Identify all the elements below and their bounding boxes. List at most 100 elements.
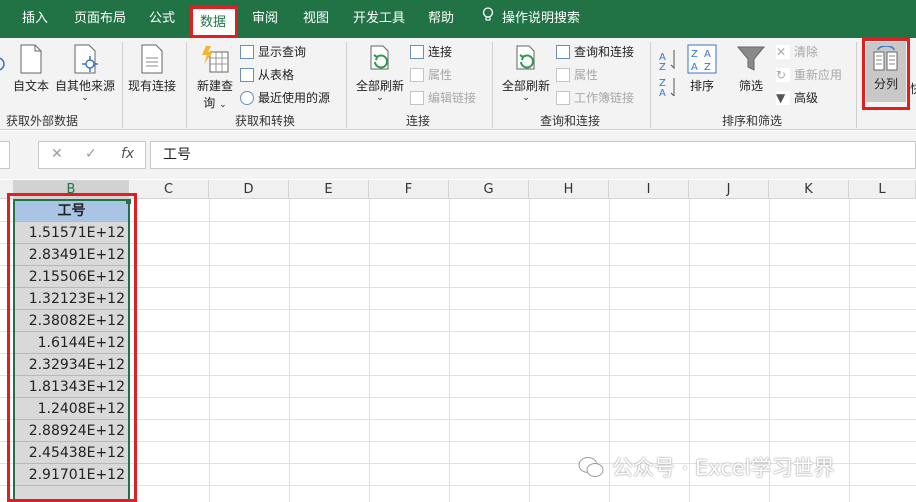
cell-b-value[interactable]: 2.91701E+12: [14, 464, 129, 486]
cell-b-value[interactable]: 2.38082E+12: [14, 310, 129, 332]
formula-input[interactable]: 工号: [150, 141, 916, 169]
edit-links-button[interactable]: 编辑链接: [410, 89, 476, 106]
cell-b-value[interactable]: 1.32123E+12: [14, 288, 129, 310]
clear-filter-icon: ✕: [776, 44, 790, 59]
tab-data[interactable]: 数据: [191, 7, 235, 38]
column-header-g[interactable]: G: [449, 180, 529, 199]
reapply-icon: ↻: [776, 67, 790, 82]
column-header-e[interactable]: E: [289, 180, 369, 199]
sort-button[interactable]: ZAAZ 排序: [686, 44, 718, 94]
ribbon: 自文本 自其他来源 ⌄ 现有连接 获取外部数据 新建查 询 ⌄ 显示查询 从表格…: [0, 38, 916, 130]
recent-sources-button[interactable]: 最近使用的源: [240, 89, 330, 106]
tab-developer[interactable]: 开发工具: [353, 0, 405, 38]
advanced-button[interactable]: ▼ 高级: [776, 89, 818, 106]
column-header-c[interactable]: C: [129, 180, 209, 199]
tab-formulas[interactable]: 公式: [149, 0, 175, 38]
svg-text:Z: Z: [659, 62, 666, 73]
cell-b-value[interactable]: 2.83491E+12: [14, 244, 129, 266]
sort-az-button[interactable]: AZZA: [658, 48, 680, 99]
cell-b-value[interactable]: 1.2408E+12: [14, 398, 129, 420]
workbook-links-label: 工作簿链接: [574, 91, 635, 105]
cell-b-value[interactable]: 1.6144E+12: [14, 332, 129, 354]
existing-connections-label: 现有连接: [127, 79, 176, 93]
column-header-j[interactable]: J: [689, 180, 769, 199]
text-to-columns-label: 分列: [873, 77, 898, 91]
fill-handle[interactable]: [126, 199, 131, 204]
tell-me-search[interactable]: 操作说明搜索: [482, 0, 580, 38]
advanced-filter-icon: ▼: [776, 90, 790, 105]
cancel-icon[interactable]: ✕: [51, 146, 63, 162]
edit-links-icon: [410, 90, 424, 105]
show-queries-label: 显示查询: [258, 45, 307, 59]
clear-button[interactable]: ✕ 清除: [776, 43, 818, 60]
properties-label: 属性: [428, 68, 453, 82]
formula-controls: ✕ ✓ fx: [38, 141, 146, 169]
tab-page-layout[interactable]: 页面布局: [74, 0, 126, 38]
connections-label: 连接: [428, 45, 453, 59]
refresh-all-button[interactable]: 全部刷新 ⌄: [354, 44, 406, 103]
query-properties-button[interactable]: 属性: [556, 66, 598, 83]
insert-function-icon[interactable]: fx: [121, 146, 134, 162]
tab-review[interactable]: 审阅: [252, 0, 278, 38]
group-label-transform: 获取和转换: [235, 114, 296, 128]
group-label-external: 获取外部数据: [6, 114, 79, 128]
queries-connections-icon: [556, 44, 570, 59]
column-header-d[interactable]: D: [209, 180, 289, 199]
column-header-b[interactable]: B: [14, 180, 129, 199]
column-header-i[interactable]: I: [609, 180, 689, 199]
from-other-sources-button[interactable]: 自其他来源 ⌄: [54, 44, 116, 103]
cut-off-button-fragment: 快: [910, 80, 916, 97]
cell-b-value[interactable]: 2.45438E+12: [14, 442, 129, 464]
svg-text:A: A: [691, 62, 698, 73]
tab-insert[interactable]: 插入: [22, 0, 48, 38]
show-queries-button[interactable]: 显示查询: [240, 43, 306, 60]
new-query-label-1: 新建查: [196, 79, 233, 93]
column-header-h[interactable]: H: [529, 180, 609, 199]
svg-text:A: A: [704, 49, 711, 60]
cell-b-value[interactable]: 2.32934E+12: [14, 354, 129, 376]
from-text-button[interactable]: 自文本: [12, 44, 50, 94]
cell-b-value[interactable]: 2.88924E+12: [14, 420, 129, 442]
workbook-links-icon: [556, 90, 570, 105]
column-header-k[interactable]: K: [769, 180, 849, 199]
queries-connections-button[interactable]: 查询和连接: [556, 43, 634, 60]
tell-me-label: 操作说明搜索: [502, 11, 581, 26]
clock-icon: [240, 90, 254, 105]
existing-connections-icon: [141, 44, 163, 74]
cell-b-value[interactable]: 2.15506E+12: [14, 266, 129, 288]
cell-b-header[interactable]: 工号: [14, 200, 129, 222]
group-label-query: 查询和连接: [540, 114, 601, 128]
properties-button[interactable]: 属性: [410, 66, 452, 83]
query-properties-label: 属性: [574, 68, 599, 82]
from-table-button[interactable]: 从表格: [240, 66, 294, 83]
svg-text:Z: Z: [704, 62, 711, 73]
group-label-sort: 排序和筛选: [722, 114, 783, 128]
new-query-icon: [202, 46, 229, 73]
column-header-f[interactable]: F: [369, 180, 449, 199]
workbook-links-button[interactable]: 工作簿链接: [556, 89, 634, 106]
cell-b-value[interactable]: 1.81343E+12: [14, 376, 129, 398]
reapply-button[interactable]: ↻ 重新应用: [776, 66, 842, 83]
advanced-label: 高级: [794, 91, 819, 105]
name-box[interactable]: [0, 141, 10, 169]
tab-view[interactable]: 视图: [303, 0, 329, 38]
cell-b-value[interactable]: 1.51571E+12: [14, 222, 129, 244]
connections-icon: [410, 44, 424, 59]
new-query-button[interactable]: 新建查 询 ⌄: [194, 44, 236, 111]
watermark-text: 公众号 · Excel学习世界: [612, 456, 835, 480]
sort-label: 排序: [689, 79, 714, 93]
existing-connections-button[interactable]: 现有连接: [126, 44, 178, 94]
lightbulb-icon: [482, 0, 494, 38]
text-to-columns-button[interactable]: 分列: [866, 42, 906, 102]
show-queries-icon: [240, 44, 254, 59]
refresh-all-query-button[interactable]: 全部刷新 ⌄: [500, 44, 552, 103]
column-header-l[interactable]: L: [849, 180, 916, 199]
cell-b-empty[interactable]: [14, 486, 129, 502]
new-query-label-2: 询: [203, 96, 216, 110]
filter-button[interactable]: 筛选: [734, 44, 768, 94]
refresh-all-icon: [370, 45, 389, 70]
connections-button[interactable]: 连接: [410, 43, 452, 60]
enter-icon[interactable]: ✓: [85, 146, 97, 162]
tab-help[interactable]: 帮助: [428, 0, 454, 38]
text-file-icon: [20, 44, 42, 74]
